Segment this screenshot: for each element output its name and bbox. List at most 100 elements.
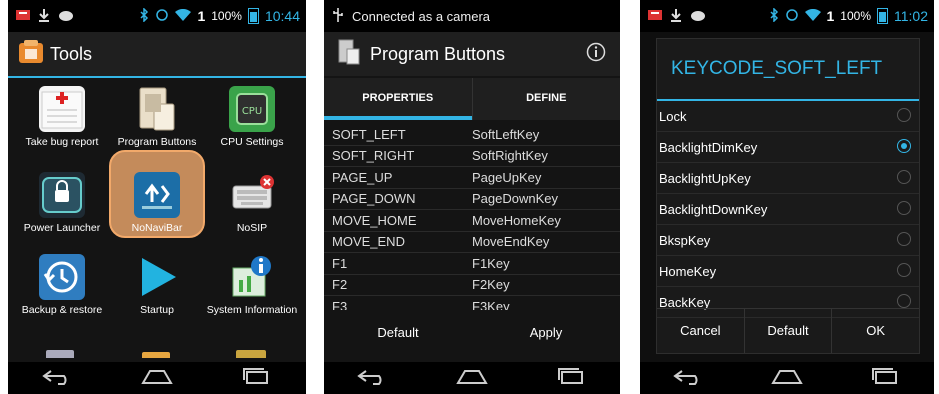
radio-button[interactable] xyxy=(897,294,911,308)
list-item[interactable]: Lock xyxy=(657,101,919,132)
button-mapping-list[interactable]: SOFT_LEFT SoftLeftKey SOFT_RIGHT SoftRight… xyxy=(324,124,620,310)
list-item[interactable]: BacklightUpKey xyxy=(657,163,919,194)
recents-icon[interactable] xyxy=(554,367,588,390)
button-key: F2 xyxy=(332,277,348,293)
phone-screen-tools: 1 100% 10:44 Tools Take bug report Progr… xyxy=(8,0,306,394)
app-label: Take bug report xyxy=(25,136,99,148)
dialog-title: KEYCODE_SOFT_LEFT xyxy=(657,39,919,101)
list-item[interactable]: F2 F2Key xyxy=(324,275,620,296)
button-value: SoftLeftKey xyxy=(472,126,540,142)
program-buttons-app-icon xyxy=(338,39,360,70)
list-item[interactable]: SOFT_LEFT SoftLeftKey xyxy=(324,124,620,146)
option-label: BacklightDimKey xyxy=(659,139,758,155)
app-power-launcher[interactable]: Power Launcher xyxy=(14,166,110,234)
app-program-buttons[interactable]: Program Buttons xyxy=(109,80,205,148)
ok-button[interactable]: OK xyxy=(831,309,919,353)
list-item[interactable]: BacklightDimKey xyxy=(657,132,919,163)
list-item[interactable]: HomeKey xyxy=(657,256,919,287)
app-grid: Take bug report Program Buttons CPU CPU … xyxy=(8,78,306,362)
status-bar: 1 100% 11:02 xyxy=(640,0,934,32)
recents-icon[interactable] xyxy=(868,367,902,390)
option-label: BacklightUpKey xyxy=(659,170,751,186)
svg-text:CPU: CPU xyxy=(242,106,262,117)
wifi-icon xyxy=(804,8,821,24)
action-bar: Tools xyxy=(8,32,306,78)
button-value: F3Key xyxy=(472,298,510,310)
page-title: Tools xyxy=(50,43,93,64)
backup-restore-icon xyxy=(39,254,85,300)
tools-app-icon xyxy=(18,39,44,70)
list-item[interactable]: F3 F3Key xyxy=(324,296,620,310)
app-nosip[interactable]: NoSIP xyxy=(204,166,300,234)
button-value: MoveEndKey xyxy=(472,234,550,250)
list-item[interactable]: SOFT_RIGHT SoftRightKey xyxy=(324,146,620,167)
dialog-buttons: Cancel Default OK xyxy=(657,308,919,353)
list-item[interactable]: PAGE_UP PageUpKey xyxy=(324,167,620,189)
list-item[interactable]: MOVE_END MoveEndKey xyxy=(324,232,620,253)
button-value: SoftRightKey xyxy=(472,148,548,164)
app-label: NoSIP xyxy=(236,222,268,234)
app-label: Power Launcher xyxy=(23,222,101,234)
option-list: Lock BacklightDimKey BacklightUpKey Back… xyxy=(657,101,919,318)
home-icon[interactable] xyxy=(770,367,804,390)
radio-button[interactable] xyxy=(897,263,911,277)
button-key: PAGE_UP xyxy=(332,169,393,185)
app-cpu-settings[interactable]: CPU CPU Settings xyxy=(204,80,300,148)
apply-button[interactable]: Apply xyxy=(472,314,620,358)
signal-count: 1 xyxy=(197,8,206,24)
tab-define[interactable]: DEFINE xyxy=(471,78,621,120)
notification-icon xyxy=(16,8,30,24)
list-item[interactable]: BacklightDownKey xyxy=(657,194,919,225)
app-label: NoNaviBar xyxy=(131,222,183,234)
default-button[interactable]: Default xyxy=(743,309,832,353)
keycode-dialog: KEYCODE_SOFT_LEFT Lock BacklightDimKey B… xyxy=(656,38,920,354)
cpu-icon: CPU xyxy=(229,86,275,132)
navigation-bar xyxy=(640,362,934,394)
app-take-bug-report[interactable]: Take bug report xyxy=(14,80,110,148)
list-item[interactable]: BkspKey xyxy=(657,225,919,256)
tab-properties[interactable]: PROPERTIES xyxy=(324,78,472,120)
radio-button[interactable] xyxy=(897,108,911,122)
status-bar: 1 100% 10:44 xyxy=(8,0,306,32)
home-icon[interactable] xyxy=(455,367,489,390)
back-icon[interactable] xyxy=(672,367,706,390)
app-startup[interactable]: Startup xyxy=(109,248,205,316)
nonavibar-icon xyxy=(134,172,180,218)
list-item[interactable]: F1 F1Key xyxy=(324,253,620,275)
radio-button[interactable] xyxy=(897,232,911,246)
button-key: F3 xyxy=(332,298,348,310)
notification-icon xyxy=(648,8,662,24)
bluetooth-icon xyxy=(139,6,149,25)
option-label: BkspKey xyxy=(659,232,711,248)
radio-button[interactable] xyxy=(897,201,911,215)
info-icon[interactable] xyxy=(586,42,606,67)
recents-icon[interactable] xyxy=(239,367,273,390)
app-backup-restore[interactable]: Backup & restore xyxy=(14,248,110,316)
button-value: PageDownKey xyxy=(472,191,558,207)
option-label: BacklightDownKey xyxy=(659,201,768,217)
back-icon[interactable] xyxy=(356,367,390,390)
cancel-button[interactable]: Cancel xyxy=(657,309,744,353)
usb-icon xyxy=(332,7,344,26)
battery-percent: 100% xyxy=(840,9,871,23)
default-button[interactable]: Default xyxy=(324,314,472,358)
program-buttons-icon xyxy=(134,86,180,132)
app-nonavibar[interactable]: NoNaviBar xyxy=(109,166,205,234)
navigation-bar xyxy=(8,362,306,394)
radio-button[interactable] xyxy=(897,170,911,184)
list-item[interactable]: MOVE_HOME MoveHomeKey xyxy=(324,210,620,232)
app-system-information[interactable]: System Information xyxy=(204,248,300,316)
clock: 11:02 xyxy=(894,8,928,24)
back-icon[interactable] xyxy=(41,367,75,390)
phone-screen-program-buttons: Connected as a camera Program Buttons PR… xyxy=(324,0,620,394)
action-buttons: Default Apply xyxy=(324,314,620,358)
radio-button-selected[interactable] xyxy=(897,139,911,153)
phone-screen-keycode-dialog: 1 100% 11:02 KEYCODE_SOFT_LEFT Lock Back… xyxy=(640,0,934,394)
status-bar: Connected as a camera xyxy=(324,0,620,32)
download-icon xyxy=(670,8,682,25)
app-label: Program Buttons xyxy=(117,136,197,148)
bluetooth-icon xyxy=(769,6,779,25)
home-icon[interactable] xyxy=(140,367,174,390)
startup-play-icon xyxy=(134,254,180,300)
list-item[interactable]: PAGE_DOWN PageDownKey xyxy=(324,189,620,210)
